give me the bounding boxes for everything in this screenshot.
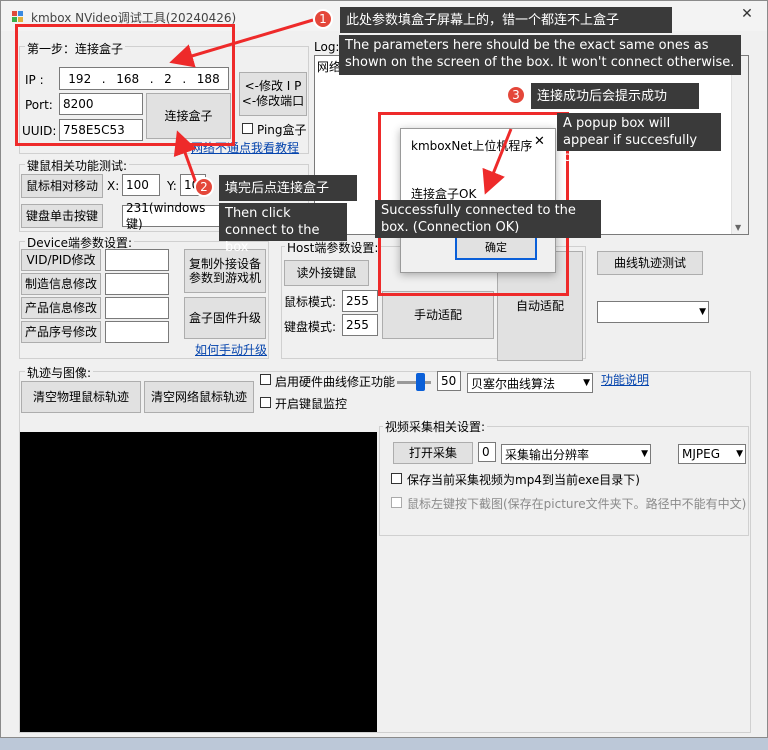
main-window: kmbox NVideo调试工具(20240426) ✕ 第一步：连接盒子 IP… [0, 0, 768, 738]
arrow-2 [173, 130, 198, 184]
step-badge-2: 2 [194, 177, 214, 197]
arrow-3 [482, 128, 513, 195]
callout-3-en: A popup box will appear if succesfully c… [557, 113, 721, 165]
callout-1-en: The parameters here should be the exact … [339, 35, 741, 75]
annotation-arrows [169, 18, 513, 195]
callout-2-cn: 填完后点连接盒子 [219, 175, 357, 201]
callout-2-en: Then click connect to the box [219, 203, 347, 255]
arrow-1 [169, 18, 314, 68]
popup-caption-en: Successfully connected to the box. (Conn… [375, 200, 601, 238]
step-badge-3: 3 [506, 85, 526, 105]
callout-1-cn: 此处参数填盒子屏幕上的，错一个都连不上盒子 [340, 7, 672, 33]
step-badge-1: 1 [313, 9, 333, 29]
callout-3-cn: 连接成功后会提示成功 [531, 83, 699, 109]
